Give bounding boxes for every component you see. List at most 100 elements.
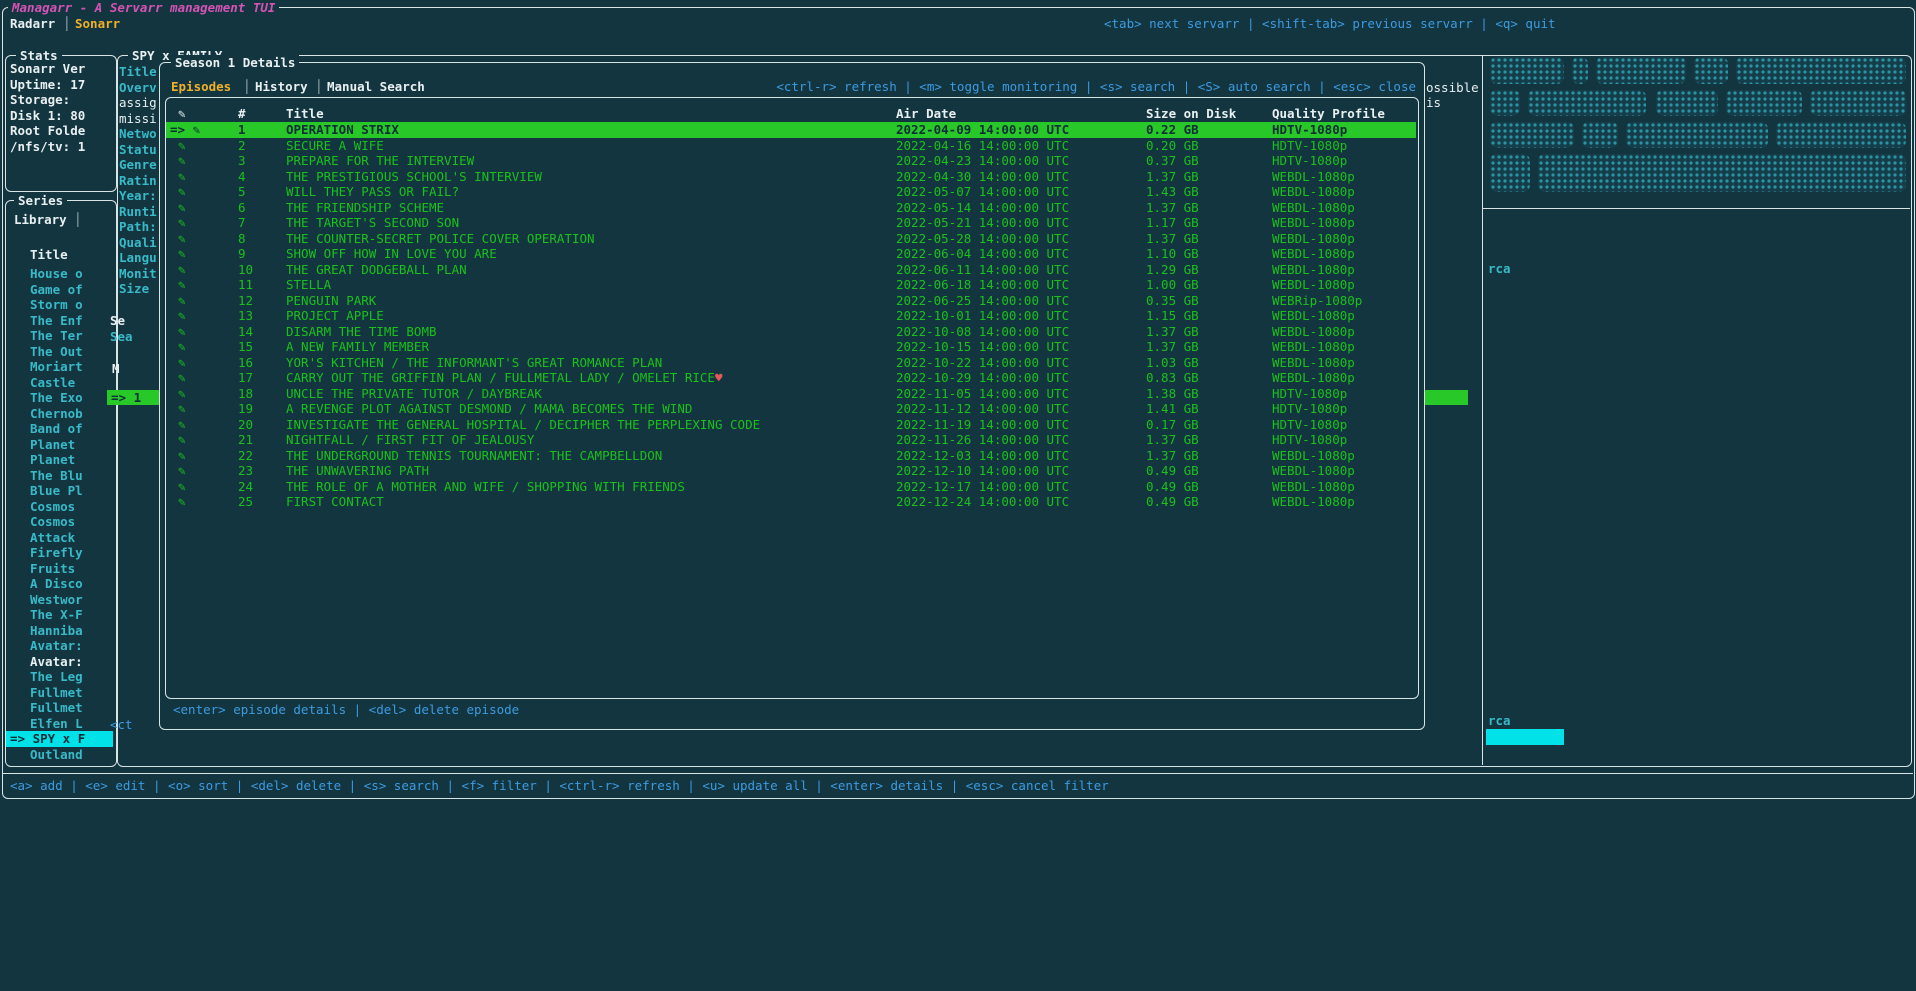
series-list-item[interactable]: Elfen L	[6, 716, 113, 732]
series-list-item[interactable]: => SPY x F	[6, 731, 113, 747]
series-list-item[interactable]: The X-F	[6, 607, 113, 623]
series-list-item[interactable]: The Leg	[6, 669, 113, 685]
series-list-item[interactable]: Attack	[6, 530, 113, 546]
episode-quality-profile: HDTV-1080p	[1260, 122, 1416, 138]
episode-row[interactable]: ✎25FIRST CONTACT2022-12-24 14:00:00 UTC0…	[166, 494, 1416, 510]
episode-title: INVESTIGATE THE GENERAL HOSPITAL / DECIP…	[274, 417, 884, 433]
edit-pencil-icon: ✎	[166, 448, 226, 464]
series-list-item[interactable]: A Disco	[6, 576, 113, 592]
edit-pencil-icon: ✎	[166, 169, 226, 185]
episode-size: 0.49 GB	[1134, 463, 1260, 479]
poster-art-blob	[1626, 122, 1768, 148]
episode-air-date: 2022-10-01 14:00:00 UTC	[884, 308, 1134, 324]
series-list-item[interactable]: Band of	[6, 421, 113, 437]
episode-row[interactable]: ✎16YOR'S KITCHEN / THE INFORMANT'S GREAT…	[166, 355, 1416, 371]
episode-row[interactable]: ✎22THE UNDERGROUND TENNIS TOURNAMENT: TH…	[166, 448, 1416, 464]
episode-row[interactable]: ✎19A REVENGE PLOT AGAINST DESMOND / MAMA…	[166, 401, 1416, 417]
episodes-table-body: => ✎1OPERATION STRIX2022-04-09 14:00:00 …	[166, 122, 1416, 510]
episode-air-date: 2022-04-16 14:00:00 UTC	[884, 138, 1134, 154]
edit-pencil-icon: ✎	[166, 494, 226, 510]
episode-row[interactable]: ✎21NIGHTFALL / FIRST FIT OF JEALOUSY2022…	[166, 432, 1416, 448]
series-field-fragment: Statu	[119, 142, 157, 158]
series-list-item[interactable]: The Exo	[6, 390, 113, 406]
series-list-item[interactable]: Avatar:	[6, 654, 113, 670]
poster-art-blob	[1736, 57, 1906, 84]
episode-number: 11	[226, 277, 274, 293]
episode-quality-profile: WEBDL-1080p	[1260, 479, 1416, 495]
episode-size: 1.10 GB	[1134, 246, 1260, 262]
episode-size: 1.15 GB	[1134, 308, 1260, 324]
episode-row[interactable]: ✎13PROJECT APPLE2022-10-01 14:00:00 UTC1…	[166, 308, 1416, 324]
series-list-item[interactable]: Cosmos	[6, 499, 113, 515]
episode-quality-profile: WEBDL-1080p	[1260, 184, 1416, 200]
tab-manual-search[interactable]: Manual Search	[327, 79, 425, 95]
series-list-item[interactable]: Westwor	[6, 592, 113, 608]
series-list-item[interactable]: Planet	[6, 452, 113, 468]
episode-size: 1.38 GB	[1134, 386, 1260, 402]
episode-row[interactable]: ✎7THE TARGET'S SECOND SON2022-05-21 14:0…	[166, 215, 1416, 231]
edit-pencil-icon: ✎	[166, 262, 226, 278]
series-list-item[interactable]: Cosmos	[6, 514, 113, 530]
poster-text-fragment-bottom: rca	[1488, 713, 1511, 729]
episode-row[interactable]: => ✎1OPERATION STRIX2022-04-09 14:00:00 …	[166, 122, 1416, 138]
episode-row[interactable]: ✎10THE GREAT DODGEBALL PLAN2022-06-11 14…	[166, 262, 1416, 278]
series-list-item[interactable]: Chernob	[6, 406, 113, 422]
series-list-item[interactable]: Moriart	[6, 359, 113, 375]
episode-row[interactable]: ✎20INVESTIGATE THE GENERAL HOSPITAL / DE…	[166, 417, 1416, 433]
episode-row[interactable]: ✎8THE COUNTER-SECRET POLICE COVER OPERAT…	[166, 231, 1416, 247]
seasons-panel-title-fragment: Se	[110, 313, 125, 329]
episode-title: SECURE A WIFE	[274, 138, 884, 154]
episode-title: YOR'S KITCHEN / THE INFORMANT'S GREAT RO…	[274, 355, 884, 371]
episode-row[interactable]: ✎14DISARM THE TIME BOMB2022-10-08 14:00:…	[166, 324, 1416, 340]
series-list-item[interactable]: The Out	[6, 344, 113, 360]
bottom-bar-top-border	[2, 773, 1913, 774]
episode-row[interactable]: ✎3PREPARE FOR THE INTERVIEW2022-04-23 14…	[166, 153, 1416, 169]
episode-size: 0.35 GB	[1134, 293, 1260, 309]
series-list-item[interactable]: The Blu	[6, 468, 113, 484]
series-list-item[interactable]: Castle	[6, 375, 113, 391]
series-list-item[interactable]: Firefly	[6, 545, 113, 561]
episode-row[interactable]: ✎15A NEW FAMILY MEMBER2022-10-15 14:00:0…	[166, 339, 1416, 355]
series-list-item[interactable]: House o	[6, 266, 113, 282]
series-list-item[interactable]: Fruits	[6, 561, 113, 577]
episode-row[interactable]: ✎5WILL THEY PASS OR FAIL?2022-05-07 14:0…	[166, 184, 1416, 200]
episodes-header-edit-pencil-icon: ✎	[166, 106, 226, 122]
series-list-item[interactable]: Fullmet	[6, 685, 113, 701]
episode-row[interactable]: ✎11STELLA2022-06-18 14:00:00 UTC1.00 GBW…	[166, 277, 1416, 293]
series-list-item[interactable]: Outland	[6, 747, 113, 763]
episode-number: 2	[226, 138, 274, 154]
episode-title: OPERATION STRIX	[274, 122, 884, 138]
episode-row[interactable]: ✎18UNCLE THE PRIVATE TUTOR / DAYBREAK202…	[166, 386, 1416, 402]
episode-row[interactable]: ✎6THE FRIENDSHIP SCHEME2022-05-14 14:00:…	[166, 200, 1416, 216]
series-list-item[interactable]: Game of	[6, 282, 113, 298]
series-list-item[interactable]: Storm o	[6, 297, 113, 313]
episode-row[interactable]: ✎4THE PRESTIGIOUS SCHOOL'S INTERVIEW2022…	[166, 169, 1416, 185]
episode-row[interactable]: ✎24THE ROLE OF A MOTHER AND WIFE / SHOPP…	[166, 479, 1416, 495]
series-list-item[interactable]: Hanniba	[6, 623, 113, 639]
tab-history[interactable]: History	[255, 79, 308, 95]
series-list-item[interactable]: The Ter	[6, 328, 113, 344]
series-list-item[interactable]: Avatar:	[6, 638, 113, 654]
episode-row[interactable]: ✎23THE UNWAVERING PATH2022-12-10 14:00:0…	[166, 463, 1416, 479]
edit-pencil-icon: ✎	[166, 432, 226, 448]
episode-air-date: 2022-11-12 14:00:00 UTC	[884, 401, 1134, 417]
episode-row[interactable]: ✎17CARRY OUT THE GRIFFIN PLAN / FULLMETA…	[166, 370, 1416, 386]
series-list-item[interactable]: Blue Pl	[6, 483, 113, 499]
series-list-item[interactable]: Planet	[6, 437, 113, 453]
episode-quality-profile: HDTV-1080p	[1260, 138, 1416, 154]
tab-episodes[interactable]: Episodes	[171, 79, 231, 95]
episode-row[interactable]: ✎12PENGUIN PARK2022-06-25 14:00:00 UTC0.…	[166, 293, 1416, 309]
poster-selection-bar	[1486, 729, 1564, 745]
episode-row[interactable]: ✎9SHOW OFF HOW IN LOVE YOU ARE2022-06-04…	[166, 246, 1416, 262]
poster-art-blob	[1656, 90, 1718, 116]
episode-title: DISARM THE TIME BOMB	[274, 324, 884, 340]
selected-season-row-fragment-right[interactable]	[1424, 390, 1468, 405]
selected-season-row-fragment-left[interactable]: => 1	[107, 390, 163, 405]
series-list-item[interactable]: The Enf	[6, 313, 113, 329]
stats-panel	[5, 55, 117, 192]
poster-art-blob	[1810, 90, 1906, 116]
episode-row[interactable]: ✎2SECURE A WIFE2022-04-16 14:00:00 UTC0.…	[166, 138, 1416, 154]
series-field-fragment: Path:	[119, 219, 157, 235]
series-list-item[interactable]: Fullmet	[6, 700, 113, 716]
episode-number: 15	[226, 339, 274, 355]
